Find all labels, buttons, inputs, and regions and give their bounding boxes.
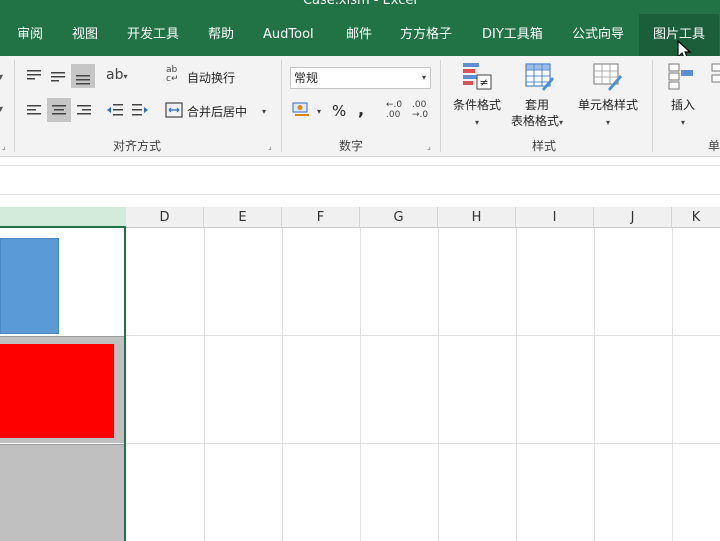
gridline [438,228,439,541]
format-as-table-label-line2: 表格格式 [510,114,559,128]
chevron-down-icon: ▾ [680,118,685,127]
align-bottom-icon [76,75,90,85]
tab-developer[interactable]: 开发工具 [127,14,179,56]
tab-diy-toolbox[interactable]: DIY工具箱 [482,14,543,56]
merge-center-dropdown-arrow-icon[interactable]: ▾ [262,107,266,116]
format-as-table-icon [525,63,554,91]
tab-mail[interactable]: 邮件 [346,14,372,56]
group-label-alignment: 对齐方式 [113,139,162,153]
font-group-launcher-icon[interactable]: ⌟ [2,142,6,151]
group-label-number: 数字 [339,139,364,153]
delete-cells-icon-partial[interactable] [710,61,720,93]
gridline [516,228,517,541]
wrap-text-button[interactable]: 自动换行 [187,69,235,86]
align-right-icon[interactable] [76,102,92,118]
column-header-j[interactable]: J [594,207,672,228]
tab-fangfang[interactable]: 方方格子 [400,14,452,56]
svg-text:≠: ≠ [479,76,488,89]
insert-cells-icon [668,63,693,90]
insert-cells-button[interactable]: 插入 ▾ [666,97,700,131]
column-header-row: D E F G H I J K [0,207,720,228]
chevron-down-icon: ▾ [559,118,564,127]
tab-formula-wizard[interactable]: 公式向导 [572,14,624,56]
gridline [204,228,205,541]
separator [440,60,441,152]
column-header-d[interactable]: D [126,207,204,228]
tab-audtool[interactable]: AudTool [263,14,314,56]
decrease-decimal-icon[interactable]: .00 →.0 [412,100,428,120]
format-as-table-label-line1: 套用 [524,98,549,112]
row-band-3 [0,444,124,541]
formula-bar[interactable] [0,165,720,195]
tab-view[interactable]: 视图 [72,14,98,56]
column-header-f[interactable]: F [282,207,360,228]
group-label-cells-partial: 单 [708,139,720,153]
merge-center-icon[interactable] [165,101,183,119]
insert-cells-label: 插入 [670,98,695,112]
align-middle-icon[interactable] [50,68,66,84]
window-title: Case.xlsm - Excel [302,0,418,8]
comma-style-button[interactable]: , [358,100,364,119]
row-band-2 [0,336,124,443]
worksheet-grid[interactable]: D E F G H I J K [0,207,720,541]
column-header-i[interactable]: I [516,207,594,228]
selected-column-header[interactable] [0,207,126,228]
cell-styles-label: 单元格样式 [577,98,638,112]
tab-review[interactable]: 审阅 [17,14,43,56]
number-launcher-icon[interactable]: ⌟ [427,142,431,151]
gridline [360,228,361,541]
column-header-h[interactable]: H [438,207,516,228]
align-center-button[interactable] [47,98,71,122]
ribbon: ▾ ▾ ⌟ ab▾ ab c↵ 自动换行 合并后居中 ▾ 对齐方式 ⌟ 常规 ▾… [0,56,720,157]
decrease-indent-icon[interactable] [106,102,124,118]
cell-styles-icon [593,63,622,91]
merge-center-button[interactable]: 合并后居中 [187,103,247,120]
separator [281,60,282,152]
selected-column[interactable] [0,228,126,541]
chevron-down-icon: ▾ [421,73,426,82]
column-header-e[interactable]: E [204,207,282,228]
conditional-formatting-icon: ≠ [463,63,492,90]
number-format-select[interactable]: 常规 ▾ [290,67,431,89]
conditional-formatting-button[interactable]: 条件格式 ▾ [450,97,504,131]
chevron-down-icon: ▾ [605,118,610,127]
align-left-icon[interactable] [26,102,42,118]
increase-indent-icon[interactable] [131,102,149,118]
group-label-styles: 样式 [532,139,557,153]
partial-dropdown-arrow-icon[interactable]: ▾ [0,104,3,115]
wrap-text-icon[interactable]: ab c↵ [166,66,179,84]
format-as-table-button[interactable]: 套用表格格式▾ [507,97,567,131]
tab-help[interactable]: 帮助 [208,14,234,56]
gridline [594,228,595,541]
percent-style-button[interactable]: % [332,102,346,120]
title-bar: Case.xlsm - Excel [0,0,720,14]
alignment-launcher-icon[interactable]: ⌟ [268,142,272,151]
ribbon-tab-bar: 审阅 视图 开发工具 帮助 AudTool 邮件 方方格子 DIY工具箱 公式向… [0,14,720,56]
conditional-formatting-label: 条件格式 [452,98,501,112]
align-bottom-button[interactable] [71,64,95,88]
accounting-dropdown-arrow-icon[interactable]: ▾ [317,107,321,116]
accounting-format-icon[interactable] [292,101,312,119]
increase-decimal-icon[interactable]: ←.0.00 [386,100,402,120]
column-header-g[interactable]: G [360,207,438,228]
chevron-down-icon: ▾ [474,118,479,127]
column-header-k[interactable]: K [672,207,720,228]
blue-rectangle-shape[interactable] [0,238,59,334]
gridline [282,228,283,541]
partial-dropdown-arrow-icon[interactable]: ▾ [0,72,3,83]
gridline [126,443,720,444]
gridline [672,228,673,541]
number-format-value: 常规 [294,71,319,85]
separator [14,60,15,152]
align-center-icon [52,105,66,115]
gridline [126,335,720,336]
separator [652,60,653,152]
orientation-icon[interactable]: ab▾ [106,67,127,83]
align-top-icon[interactable] [26,68,42,84]
row-band-1 [0,228,124,335]
cell-styles-button[interactable]: 单元格样式 ▾ [574,97,642,131]
red-rectangle-shape[interactable] [0,344,114,438]
